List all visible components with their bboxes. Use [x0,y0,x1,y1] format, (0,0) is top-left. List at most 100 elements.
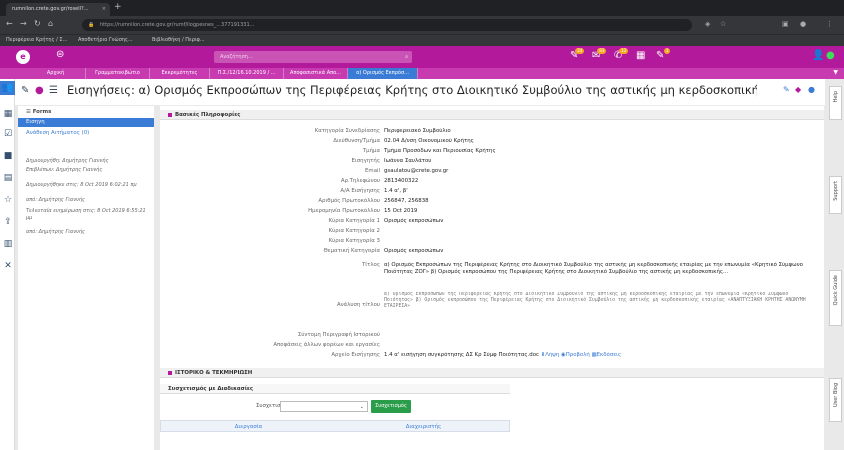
chat-icon[interactable]: ✆ 12 [614,48,629,61]
menu-icon[interactable]: ⋮ [826,20,833,28]
forms-label: Forms [32,109,52,115]
star-icon[interactable]: ☆ [3,195,13,205]
tab-pending[interactable]: Εκκρεμότητες [150,68,210,79]
chevron-down-icon: ⌄ [359,404,364,410]
tab-current-proposal[interactable]: α) Ορισμός Εκπρόσ... [348,68,418,79]
document-icon[interactable]: ■ [3,151,13,161]
field-row: Εισηγητής Ιωάννα Σαυλάτου [160,158,824,167]
extension-icon[interactable]: ◈ [705,20,710,28]
field-row: Αποφάσεις άλλων φορέων και εργασίες [160,342,824,351]
versions-link[interactable]: ▦Εκδόσεις [592,352,622,358]
chart-icon[interactable]: ▥ [3,239,13,249]
back-icon[interactable]: ← [6,19,13,28]
profile-icon[interactable]: ● [800,20,806,28]
field-value: Ορισμός εκπροσώπων [384,248,444,254]
workflow-table-header: Διεργασία Διαχειριστής [160,420,510,432]
workflow-select[interactable]: ⌄ [280,401,368,412]
bookmark-item[interactable]: Περιφέρεια Κρήτης / Σ... [6,37,67,43]
messages-icon[interactable]: ✉ 93 [592,48,607,61]
field-label: Αποφάσεις άλλων φορέων και εργασίες [273,342,380,348]
column-header[interactable]: Διεργασία [161,421,336,433]
field-value: Ορισμός εκπροσώπων [384,218,444,224]
browser-navbar: ← → ↻ ⌂ 🔒 https://rumnilon.crete.gov.gr/… [0,16,844,34]
field-value: Περιφερειακό Συμβούλιο [384,128,451,134]
new-tab-icon[interactable]: + [114,2,122,12]
field-label: Αρχείο Εισήγησης [331,352,380,358]
field-label: Αρ.Τηλεφώνου [340,178,380,184]
bookmark-item[interactable]: Βιβλιοθήκη / Περιφ... [152,37,205,43]
edit-icon[interactable]: ✎ [783,85,790,94]
field-value: Ιωάννα Σαυλάτου [384,158,432,164]
app-header: e ⊜ Αναζήτηση... ⌕ ✎ 24 ✉ 93 ✆ 12 ▦ ✎ 1 👤 ● [0,46,844,68]
download-link[interactable]: ⬇Λήψη [541,352,560,358]
calendar-icon[interactable]: ▦ [3,109,13,119]
field-label: Διεύθυνση/Τμήμα [333,138,380,144]
app-logo[interactable]: e [16,50,30,64]
field-label: Κύρια Κατηγορία 1 [328,218,380,224]
workflow-associate-button[interactable]: Συσχετισμός [371,400,411,413]
bookmark-item[interactable]: Αποθετήριο Γνώσης... [78,37,133,43]
field-label: Email [365,168,380,174]
tools-icon[interactable]: ✕ [3,261,13,271]
checklist-icon[interactable]: ☑ [3,129,13,139]
tab-home[interactable]: Αρχική [26,68,86,79]
field-row: Τμήμα Τμήμα Προσόδων και Περιουσίας Κρήτη… [160,148,824,157]
tasks-badge: 24 [575,48,585,54]
calendar-icon[interactable]: ▦ [636,50,645,61]
extensions-icon[interactable]: ▣ [782,20,789,28]
bookmark-star-icon[interactable]: ☆ [720,20,726,28]
online-chat-icon[interactable]: ● [826,50,835,61]
home-icon[interactable]: ⌂ [48,19,53,28]
supervisor: Επιβλέπων: Δημήτρης Γιαννής [26,167,103,173]
section-basic-info[interactable]: Βασικές Πληροφορίες [160,110,824,120]
field-row-title: Τίτλος α) Ορισμός Εκπροσώπων της Περιφέρε… [160,262,824,282]
home-icon[interactable]: ⊜ [56,49,64,60]
assign-request-link[interactable]: Ανάθεση Αιτήματος (0) [26,130,89,136]
tab-session[interactable]: Π.Σ./12/16.10.2019 / ... [210,68,284,79]
download-label: Λήψη [545,352,560,358]
tasks-icon[interactable]: ✎ 24 [570,48,585,61]
side-tab-support[interactable]: Support [829,176,842,214]
tab-decisions[interactable]: Αποφασιστικά Απο... [284,68,348,79]
field-label: Εισηγητής [351,158,381,164]
reload-icon[interactable]: ↻ [34,19,41,28]
edit-icon[interactable]: ✎ [21,85,29,96]
address-bar[interactable]: 🔒 https://rumnilon.crete.gov.gr/rumf/ilo… [82,19,692,31]
selected-form[interactable]: Εισηγη [18,118,154,127]
user-icon[interactable]: 👤 [812,50,824,61]
forms-link[interactable]: ☰ Forms [26,109,51,115]
field-row: Σύντομη Περιγραφή Ιστορικού [160,332,824,341]
file-name: 1.4 α' εισήγηση συγκρότησης ΔΣ Κρ Σύμφ Π… [384,352,539,358]
comment-icon[interactable]: ● [808,85,815,94]
forward-icon[interactable]: → [20,19,27,28]
side-tab-user-blog[interactable]: User Blog [829,378,842,422]
app-search-input[interactable]: Αναζήτηση... ⌕ [214,51,412,63]
versions-label: Εκδόσεις [596,352,622,358]
side-tab-help[interactable]: Help [829,86,842,120]
users-icon[interactable]: 👥 [0,81,15,95]
field-row: Κύρια Κατηγορία 1 Ορισμός εκπροσώπων [160,218,824,227]
field-row: Α/Α Εισήγησης 1.4 α', β' [160,188,824,197]
column-header[interactable]: Διαχειριστής [336,421,511,433]
search-placeholder: Αναζήτηση... [220,54,253,60]
tag-icon[interactable]: ◆ [795,85,801,94]
field-value: α) Ορισμός Εκπροσώπων της Περιφέρειας Κρ… [384,292,806,309]
notifications-icon[interactable]: ✎ 1 [656,48,671,61]
close-tab-icon[interactable]: × [102,3,106,16]
browser-tab[interactable]: rumnilon.crete.gov.gr/rosell?... × [6,3,110,16]
list-icon[interactable]: ☰ [49,85,58,96]
side-tab-quick-guide[interactable]: Quick Guide [829,270,842,326]
chevron-down-icon[interactable]: ▼ [833,69,838,76]
preview-link[interactable]: ◉Προβολή [561,352,590,358]
field-row: Αριθμός Πρωτοκόλλου 256847, 256838 [160,198,824,207]
updated-by: από: Δημήτρης Γιαννής [26,229,85,235]
tab-mailbox[interactable]: Γραμματοκιβώτιο [86,68,150,79]
export-icon[interactable]: ⇪ [3,217,13,227]
grid-icon[interactable]: ▤ [3,173,13,183]
updated-at: Τελευταία ενημέρωση στις: 8 Oct 2019 6:5… [26,208,146,221]
search-icon[interactable]: ⌕ [405,51,408,63]
section-history[interactable]: ΙΣΤΟΡΙΚΟ & ΤΕΚΜΗΡΙΩΣΗ [160,368,824,378]
section-marker [168,112,172,117]
left-icon-rail: 👥 ▦ ☑ ■ ▤ ☆ ⇪ ▥ ✕ [0,79,15,450]
preview-label: Προβολή [565,352,590,358]
